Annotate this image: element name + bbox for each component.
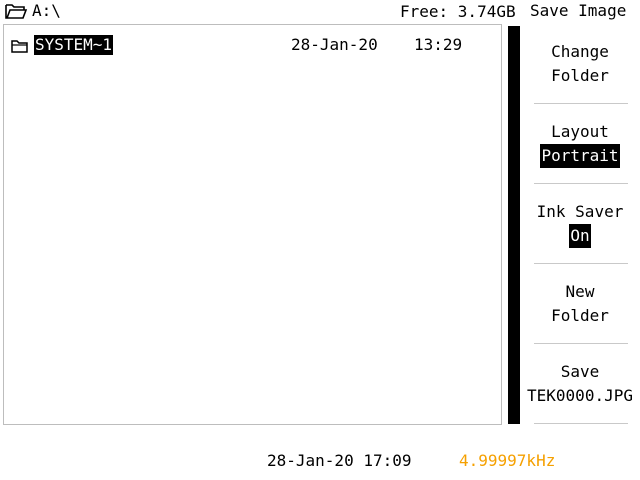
ink-saver-button[interactable]: Ink Saver On [526, 184, 634, 264]
softkey-menu: Change Folder Layout Portrait Ink Saver … [526, 24, 634, 424]
change-folder-label-1: Change [551, 42, 609, 61]
new-folder-label-2: Folder [551, 306, 609, 325]
layout-value: Portrait [540, 144, 620, 168]
ink-saver-value: On [569, 224, 591, 248]
file-name: SYSTEM~1 [34, 35, 114, 55]
file-row[interactable]: SYSTEM~1 28-Jan-20 13:29 [9, 35, 499, 57]
save-label-1: Save [560, 362, 600, 381]
divider [534, 423, 628, 424]
save-label-2: TEK0000.JPG [527, 386, 633, 405]
menu-title: Save Image [530, 1, 627, 20]
current-path: A:\ [32, 1, 61, 20]
file-time: 13:29 [414, 35, 463, 54]
folder-icon [10, 37, 30, 55]
ink-saver-label: Ink Saver [536, 202, 624, 221]
save-button[interactable]: Save TEK0000.JPG [526, 344, 634, 424]
free-space: Free: 3.74GB [400, 2, 516, 21]
new-folder-button[interactable]: New Folder [526, 264, 634, 344]
layout-label: Layout [551, 122, 609, 141]
folder-open-icon [4, 1, 28, 21]
change-folder-button[interactable]: Change Folder [526, 24, 634, 104]
layout-button[interactable]: Layout Portrait [526, 104, 634, 184]
file-list[interactable]: SYSTEM~1 28-Jan-20 13:29 [3, 24, 502, 425]
scrollbar[interactable] [508, 26, 520, 424]
file-date: 28-Jan-20 [291, 35, 378, 54]
status-datetime: 28-Jan-20 17:09 [267, 451, 412, 470]
status-frequency: 4.99997kHz [459, 451, 556, 470]
new-folder-label-1: New [565, 282, 595, 301]
change-folder-label-2: Folder [551, 66, 609, 85]
